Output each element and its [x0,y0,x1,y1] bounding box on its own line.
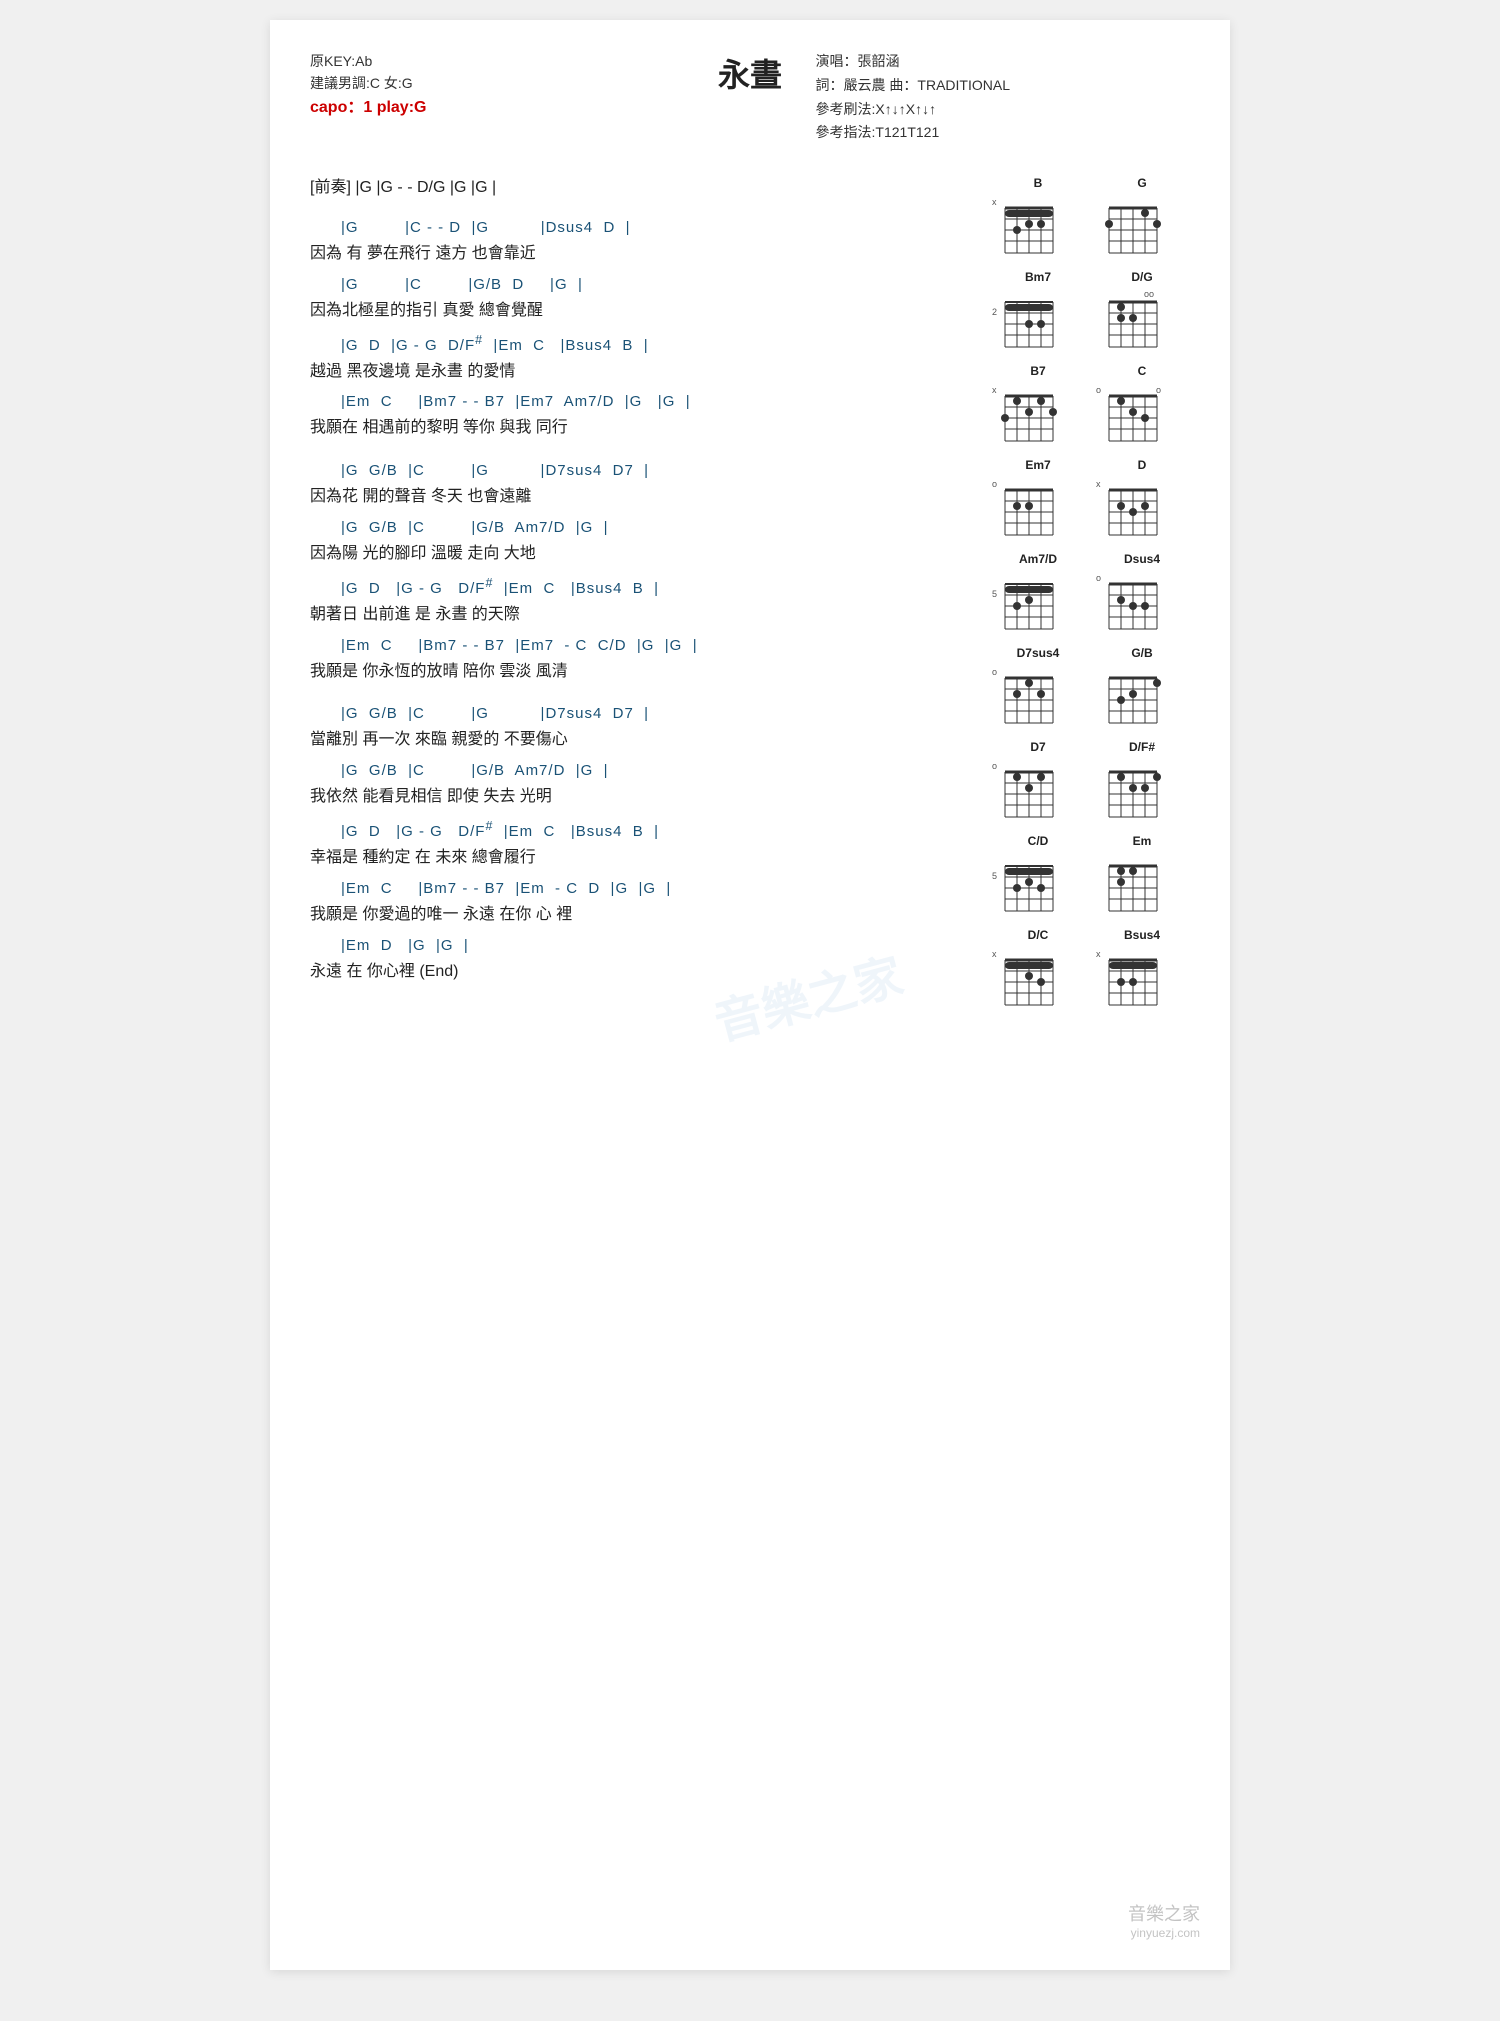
chord-line-2-1: |G G/B |C |G |D7sus4 D7 | [310,459,980,483]
svg-text:x: x [992,385,997,395]
diagram-G: G [1094,176,1190,258]
diagram-CD: C/D 5 [990,834,1086,916]
chord-line-2-4: |Em C |Bm7 - - B7 |Em7 - C C/D |G |G | [310,634,980,658]
svg-text:x: x [1096,949,1101,959]
diagram-GB: G/B [1094,646,1190,728]
chord-line-3-4: |Em C |Bm7 - - B7 |Em - C D |G |G | [310,877,980,901]
chord-line-1-2: |G |C |G/B D |G | [310,273,980,297]
chord-line-1-3: |G D |G - G D/F# |Em C |Bsus4 B | [310,330,980,358]
diagram-Bsus4: Bsus4 x [1094,928,1190,1010]
chord-line-1-4: |Em C |Bm7 - - B7 |Em7 Am7/D |G |G | [310,390,980,414]
watermark-url: yinyuezj.com [1128,1926,1200,1940]
svg-text:5: 5 [992,871,997,881]
lyric-line-2-4: 我願是 你永恆的放晴 陪你 雲淡 風清 [310,658,980,687]
chord-line-2-3: |G D |G - G D/F# |Em C |Bsus4 B | [310,573,980,601]
svg-text:o: o [1156,385,1161,395]
diagram-B: B x [990,176,1086,258]
svg-text:5: 5 [992,589,997,599]
diagram-Em7: Em7 o [990,458,1086,540]
svg-text:x: x [992,949,997,959]
svg-text:o: o [992,479,997,489]
lyric-line-3-3: 幸福是 種約定 在 未來 總會履行 [310,844,980,873]
lyric-line-2-3: 朝著日 出前進 是 永晝 的天際 [310,601,980,630]
diagram-DFsharp: D/F# [1094,740,1190,822]
finger-pattern: 參考指法:T121T121 [816,121,1010,145]
capo-info: capo：1 play:G [310,95,426,121]
diagram-Bm7: Bm7 2 [990,270,1086,352]
song-title: 永晝 [310,50,1190,96]
meta-right: 演唱：張韶涵 詞：嚴云農 曲：TRADITIONAL 參考刷法:X↑↓↑X↑↓↑… [816,50,1010,145]
section-2: |G G/B |C |G |D7sus4 D7 | 因為花 開的聲音 冬天 也會… [310,459,980,686]
chord-line-3-5: |Em D |G |G | [310,934,980,958]
suggested-key: 建議男調:C 女:G [310,72,426,94]
chord-diagrams-panel: B x [990,176,1190,1010]
section-3: |G G/B |C |G |D7sus4 D7 | 當離別 再一次 來臨 親愛的… [310,702,980,986]
strum-pattern: 參考刷法:X↑↓↑X↑↓↑ [816,98,1010,122]
diagram-Dsus4: Dsus4 o [1094,552,1190,634]
diagram-D: D x [1094,458,1190,540]
lyric-line-1-2: 因為北極星的指引 真愛 總會覺醒 [310,297,980,326]
chord-line-3-2: |G G/B |C |G/B Am7/D |G | [310,759,980,783]
watermark: 音樂之家 yinyuezj.com [1128,1900,1200,1940]
lyric-line-1-4: 我願在 相遇前的黎明 等你 與我 同行 [310,414,980,443]
chord-line-2-2: |G G/B |C |G/B Am7/D |G | [310,516,980,540]
lyric-line-1-3: 越過 黑夜邊境 是永晝 的愛情 [310,358,980,387]
svg-text:x: x [1096,479,1101,489]
original-key: 原KEY:Ab [310,50,426,72]
svg-text:o: o [992,761,997,771]
chord-line-3-1: |G G/B |C |G |D7sus4 D7 | [310,702,980,726]
diagram-D7: D7 o [990,740,1086,822]
meta-left: 原KEY:Ab 建議男調:C 女:G capo：1 play:G [310,50,426,120]
lyric-line-3-5: 永遠 在 你心裡 (End) [310,958,980,987]
diagram-DG: D/G oo [1094,270,1190,352]
svg-text:2: 2 [992,307,997,317]
section-1: |G |C - - D |G |Dsus4 D | 因為 有 夢在飛行 遠方 也… [310,216,980,443]
svg-text:o: o [1096,573,1101,583]
diagram-B7: B7 x [990,364,1086,446]
lyric-line-1-1: 因為 有 夢在飛行 遠方 也會靠近 [310,240,980,269]
watermark-logo: 音樂之家 [1128,1900,1200,1926]
performer: 演唱：張韶涵 [816,50,1010,74]
intro-line: [前奏] |G |G - - D/G |G |G | [310,176,980,200]
main-page: 音樂之家 永晝 原KEY:Ab 建議男調:C 女:G capo：1 play:G… [270,20,1230,1970]
diagram-D7sus4: D7sus4 o [990,646,1086,728]
diagram-DC: D/C x [990,928,1086,1010]
chord-line-3-3: |G D |G - G D/F# |Em C |Bsus4 B | [310,816,980,844]
diagram-Em: Em [1094,834,1190,916]
main-content: [前奏] |G |G - - D/G |G |G | |G |C - - D |… [310,176,1190,1010]
svg-text:x: x [992,197,997,207]
lyric-line-3-2: 我依然 能看見相信 即使 失去 光明 [310,783,980,812]
diagram-C: C o o [1094,364,1190,446]
lyric-line-2-1: 因為花 開的聲音 冬天 也會遠離 [310,483,980,512]
diagram-Am7D: Am7/D 5 [990,552,1086,634]
diagrams-grid: B x [990,176,1190,1010]
lyricist: 詞：嚴云農 曲：TRADITIONAL [816,74,1010,98]
svg-text:o: o [1096,385,1101,395]
lyric-line-3-4: 我願是 你愛過的唯一 永遠 在你 心 裡 [310,901,980,930]
lyric-line-3-1: 當離別 再一次 來臨 親愛的 不要傷心 [310,726,980,755]
svg-text:oo: oo [1144,289,1154,299]
lyrics-area: [前奏] |G |G - - D/G |G |G | |G |C - - D |… [310,176,980,1010]
lyric-line-2-2: 因為陽 光的腳印 溫暖 走向 大地 [310,540,980,569]
svg-text:o: o [992,667,997,677]
intro-text: [前奏] |G |G - - D/G |G |G | [310,179,496,196]
chord-line-1-1: |G |C - - D |G |Dsus4 D | [310,216,980,240]
